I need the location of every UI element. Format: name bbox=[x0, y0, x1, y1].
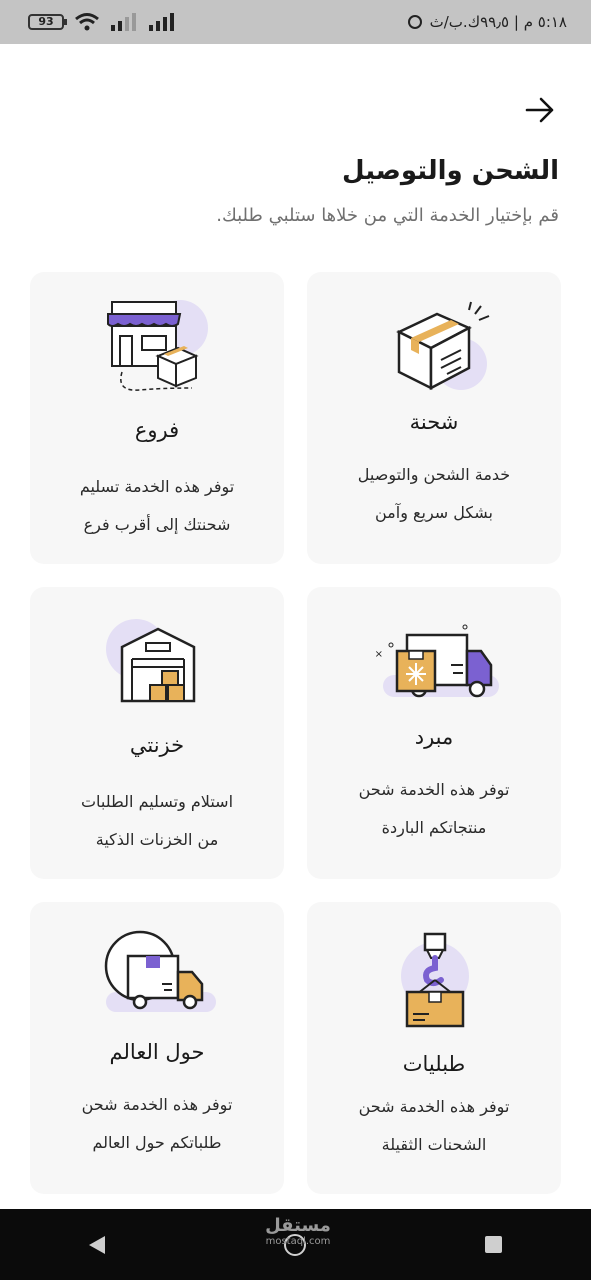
signal-icon bbox=[111, 13, 136, 31]
service-title: حول العالم bbox=[109, 1040, 205, 1064]
service-title: خزنتي bbox=[129, 733, 185, 757]
nav-back-icon[interactable] bbox=[89, 1235, 106, 1254]
service-card-worldwide[interactable]: حول العالم توفر هذه الخدمة شحن طلباتكم ح… bbox=[30, 902, 284, 1194]
service-title: فروع bbox=[134, 418, 180, 442]
back-button[interactable] bbox=[520, 92, 560, 128]
status-icons: 93 bbox=[28, 12, 176, 32]
service-desc: توفر هذه الخدمة شحن الشحنات الثقيلة bbox=[317, 1088, 551, 1164]
alarm-icon bbox=[407, 15, 422, 29]
service-desc-line: توفر هذه الخدمة شحن bbox=[358, 780, 510, 799]
package-box-icon bbox=[396, 301, 490, 391]
smart-locker-icon bbox=[106, 619, 196, 703]
arrow-right-icon bbox=[525, 97, 554, 123]
watermark-subtext: mostaql.com bbox=[265, 1236, 331, 1247]
service-desc-line: توفر هذه الخدمة شحن bbox=[81, 1095, 233, 1114]
service-desc-line: توفر هذه الخدمة شحن bbox=[358, 1097, 510, 1116]
service-card-pallets[interactable]: طبليات توفر هذه الخدمة شحن الشحنات الثقي… bbox=[307, 902, 561, 1194]
service-desc-line: شحنتك إلى أقرب فرع bbox=[83, 515, 231, 534]
service-desc: توفر هذه الخدمة تسليم شحنتك إلى أقرب فرع bbox=[40, 468, 274, 544]
service-card-locker[interactable]: خزنتي استلام وتسليم الطلبات من الخزنات ا… bbox=[30, 587, 284, 879]
status-time-area: ٥:١٨ م | ٩٩٫٥ك.ب/ث bbox=[407, 13, 567, 31]
service-desc-line: خدمة الشحن والتوصيل bbox=[357, 465, 511, 484]
service-desc-line: استلام وتسليم الطلبات bbox=[80, 792, 234, 811]
refrigerated-truck-icon: × bbox=[375, 624, 499, 698]
service-desc: استلام وتسليم الطلبات من الخزنات الذكية bbox=[40, 783, 274, 859]
svg-text:×: × bbox=[375, 649, 383, 660]
page-subtitle: قم بإختيار الخدمة التي من خلاها ستلبي طل… bbox=[216, 205, 559, 226]
service-grid: شحنة خدمة الشحن والتوصيل بشكل سريع وآمن … bbox=[30, 272, 561, 1194]
service-desc: خدمة الشحن والتوصيل بشكل سريع وآمن bbox=[317, 456, 551, 532]
service-desc: توفر هذه الخدمة شحن طلباتكم حول العالم bbox=[40, 1086, 274, 1162]
status-bar: 93 ٥:١٨ م | ٩٩٫٥ك.ب/ث bbox=[0, 0, 591, 44]
service-desc-line: منتجاتكم الباردة bbox=[381, 818, 487, 837]
service-card-shipment[interactable]: شحنة خدمة الشحن والتوصيل بشكل سريع وآمن bbox=[307, 272, 561, 564]
service-title: مبرد bbox=[414, 725, 454, 749]
service-title: شحنة bbox=[409, 410, 459, 434]
service-desc-line: طلباتكم حول العالم bbox=[92, 1133, 222, 1152]
nav-recent-apps-icon[interactable] bbox=[484, 1236, 502, 1253]
service-desc-line: بشكل سريع وآمن bbox=[375, 503, 493, 522]
service-desc-line: توفر هذه الخدمة تسليم bbox=[79, 477, 235, 496]
service-desc: توفر هذه الخدمة شحن منتجاتكم الباردة bbox=[317, 771, 551, 847]
pallet-crane-icon bbox=[401, 932, 469, 1028]
branch-store-icon bbox=[107, 300, 208, 391]
service-desc-line: الشحنات الثقيلة bbox=[381, 1135, 487, 1154]
service-card-refrigerated[interactable]: × مبرد توفر هذه الخدمة شحن منتجاتكم البا… bbox=[307, 587, 561, 879]
signal-icon-2 bbox=[149, 13, 174, 31]
service-desc-line: من الخزنات الذكية bbox=[95, 830, 219, 849]
page-title: الشحن والتوصيل bbox=[341, 156, 559, 186]
status-time: ٥:١٨ م | ٩٩٫٥ك.ب/ث bbox=[429, 13, 567, 31]
service-card-branches[interactable]: فروع توفر هذه الخدمة تسليم شحنتك إلى أقر… bbox=[30, 272, 284, 564]
service-title: طبليات bbox=[402, 1052, 466, 1076]
watermark-text: مستقل bbox=[265, 1215, 331, 1236]
international-truck-icon bbox=[104, 930, 216, 1012]
watermark-logo: مستقل mostaql.com bbox=[258, 1216, 338, 1248]
wifi-icon bbox=[75, 13, 99, 31]
battery-icon: 93 bbox=[28, 14, 67, 30]
